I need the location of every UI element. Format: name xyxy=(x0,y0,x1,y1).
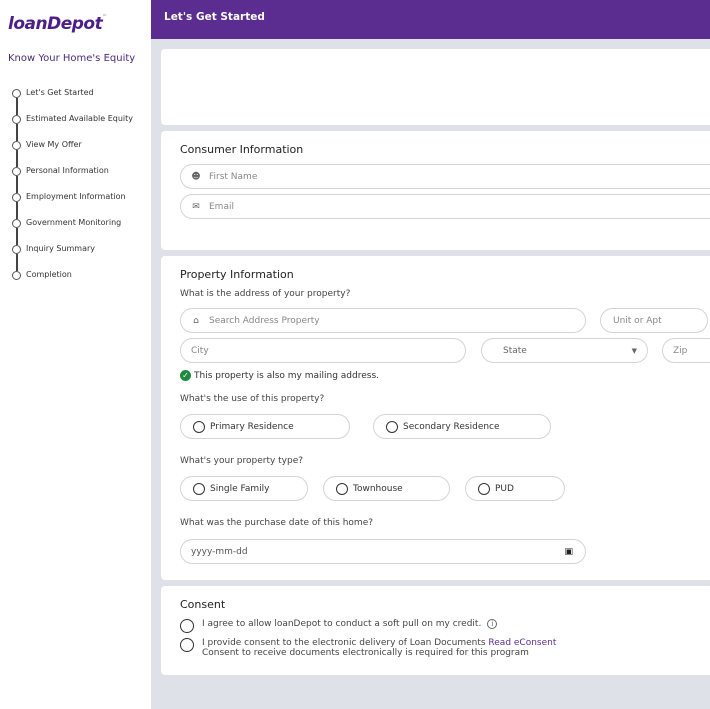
zip-input[interactable]: Zip xyxy=(662,338,710,363)
soft-pull-consent[interactable]: I agree to allow loanDepot to conduct a … xyxy=(180,619,498,633)
property-title: Property Information xyxy=(180,268,294,281)
consent-card: Consent I agree to allow loanDepot to co… xyxy=(161,586,710,675)
address-question: What is the address of your property? xyxy=(180,289,351,299)
step-dot-icon xyxy=(12,89,21,98)
step-dot-icon xyxy=(12,193,21,202)
check-icon: ✓ xyxy=(180,370,191,381)
radio-icon xyxy=(193,420,205,433)
email-input[interactable]: ✉ Email xyxy=(180,194,710,219)
radio-icon xyxy=(478,482,490,495)
home-icon: ⌂ xyxy=(193,315,199,326)
first-name-input[interactable]: ☻ First Name xyxy=(180,164,710,189)
blank-card xyxy=(161,49,710,125)
consent-title: Consent xyxy=(180,598,226,611)
step-dot-icon xyxy=(12,115,21,124)
radio-icon xyxy=(193,482,205,495)
step-government-monitoring[interactable]: Government Monitoring xyxy=(12,216,133,245)
logo: loanDepot™ xyxy=(8,14,107,34)
step-completion[interactable]: Completion xyxy=(12,268,133,294)
econsent-consent[interactable]: I provide consent to the electronic deli… xyxy=(180,638,556,658)
property-card: Property Information What is the address… xyxy=(161,256,710,580)
step-dot-icon xyxy=(12,271,21,280)
step-list: Let's Get Started Estimated Available Eq… xyxy=(12,86,133,294)
read-econsent-link[interactable]: Read eConsent xyxy=(488,638,556,648)
radio-primary-residence[interactable]: Primary Residence xyxy=(180,414,350,439)
city-input[interactable]: City xyxy=(180,338,466,363)
step-dot-icon xyxy=(12,245,21,254)
step-personal-info[interactable]: Personal Information xyxy=(12,164,133,193)
radio-icon xyxy=(180,619,194,633)
state-select[interactable]: State ▼ xyxy=(481,338,648,363)
radio-secondary-residence[interactable]: Secondary Residence xyxy=(373,414,551,439)
radio-icon xyxy=(180,638,194,652)
step-lets-get-started[interactable]: Let's Get Started xyxy=(12,86,133,115)
sidebar: loanDepot™ Know Your Home's Equity Let's… xyxy=(0,0,151,709)
step-dot-icon xyxy=(12,219,21,228)
radio-townhouse[interactable]: Townhouse xyxy=(323,476,450,501)
step-estimated-equity[interactable]: Estimated Available Equity xyxy=(12,112,133,141)
user-icon: ☻ xyxy=(191,171,201,182)
step-inquiry-summary[interactable]: Inquiry Summary xyxy=(12,242,133,271)
main-area: Let's Get Started Consumer Information ☻… xyxy=(151,0,710,709)
use-question: What's the use of this property? xyxy=(180,394,325,404)
type-question: What's your property type? xyxy=(180,456,304,466)
chevron-down-icon: ▼ xyxy=(631,346,637,355)
header-bar: Let's Get Started xyxy=(151,0,710,39)
radio-icon xyxy=(386,420,398,433)
step-view-offer[interactable]: View My Offer xyxy=(12,138,133,167)
page-title: Let's Get Started xyxy=(164,11,265,23)
radio-pud[interactable]: PUD xyxy=(465,476,565,501)
mailing-address-checkbox[interactable]: ✓ This property is also my mailing addres… xyxy=(180,370,379,381)
mail-icon: ✉ xyxy=(192,201,200,212)
consumer-card: Consumer Information ☻ First Name ✉ Email xyxy=(161,131,710,250)
calendar-icon[interactable]: ▣ xyxy=(564,547,573,557)
consumer-title: Consumer Information xyxy=(180,143,304,156)
step-employment-info[interactable]: Employment Information xyxy=(12,190,133,219)
address-search-input[interactable]: ⌂ Search Address Property xyxy=(180,308,586,333)
radio-single-family[interactable]: Single Family xyxy=(180,476,308,501)
purchase-date-input[interactable]: yyyy-mm-dd ▣ xyxy=(180,539,586,564)
step-dot-icon xyxy=(12,167,21,176)
date-question: What was the purchase date of this home? xyxy=(180,518,374,528)
radio-icon xyxy=(336,482,348,495)
step-dot-icon xyxy=(12,141,21,150)
sidebar-title: Know Your Home's Equity xyxy=(8,53,136,64)
info-icon[interactable]: i xyxy=(487,619,498,629)
unit-input[interactable]: Unit or Apt xyxy=(600,308,708,333)
